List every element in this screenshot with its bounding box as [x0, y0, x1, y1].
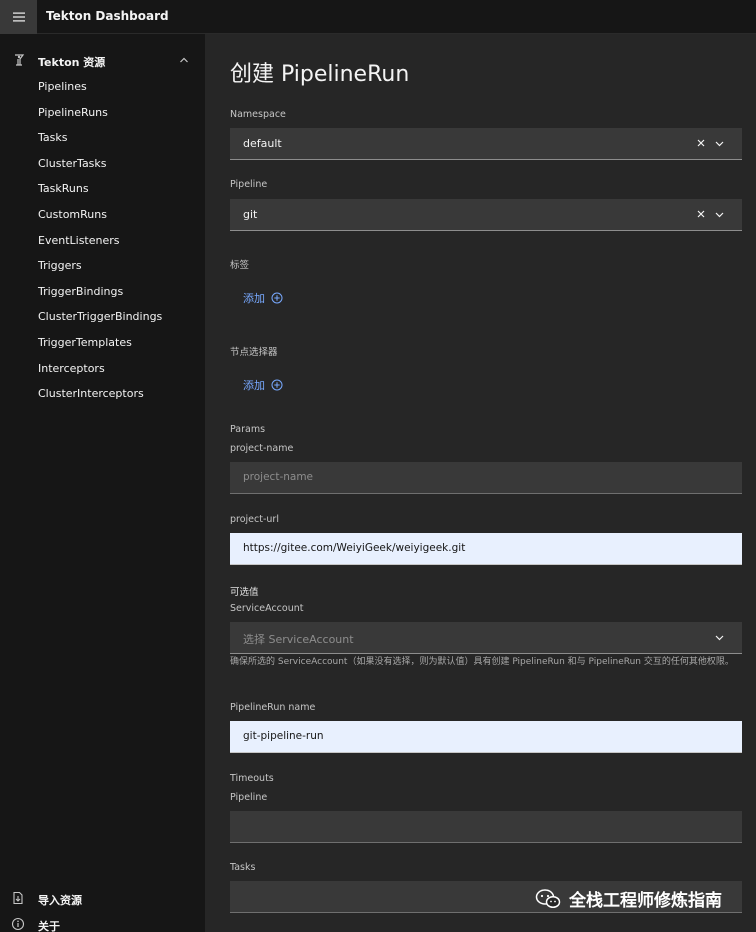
pipelinerun-name-value: git-pipeline-run: [243, 730, 324, 742]
chevron-down-icon[interactable]: [714, 632, 725, 643]
sidebar-item-pipelines[interactable]: Pipelines: [0, 78, 205, 104]
sidebar-item-pipelineruns[interactable]: PipelineRuns: [0, 104, 205, 130]
sidebar-item-eventlisteners[interactable]: EventListeners: [0, 232, 205, 258]
project-url-value: https://gitee.com/WeiyiGeek/weiyigeek.gi…: [243, 542, 466, 554]
sidebar-item-interceptors[interactable]: Interceptors: [0, 360, 205, 386]
page-title: 创建 PipelineRun: [230, 62, 410, 87]
import-icon: [13, 891, 23, 905]
add-label-text: 添加: [243, 292, 265, 305]
chevron-down-icon[interactable]: [714, 138, 725, 149]
watermark: 全栈工程师修炼指南: [535, 886, 722, 911]
sidebar: Tekton 资源 Pipelines PipelineRuns Tasks C…: [0, 34, 205, 932]
service-account-placeholder: 选择 ServiceAccount: [243, 633, 354, 646]
add-node-selector-text: 添加: [243, 379, 265, 392]
labels-label: 标签: [230, 260, 250, 271]
watermark-text: 全栈工程师修炼指南: [569, 891, 722, 911]
sidebar-item-triggerbindings[interactable]: TriggerBindings: [0, 283, 205, 309]
sidebar-item-clustertasks[interactable]: ClusterTasks: [0, 155, 205, 181]
service-account-select[interactable]: 选择 ServiceAccount: [230, 622, 742, 654]
sidebar-item-triggers[interactable]: Triggers: [0, 257, 205, 283]
pipelinerun-name-label: PipelineRun name: [230, 702, 316, 713]
pipeline-select[interactable]: git: [230, 199, 742, 231]
service-account-label: ServiceAccount: [230, 603, 304, 614]
chevron-down-icon[interactable]: [714, 209, 725, 220]
add-label-button[interactable]: 添加: [243, 289, 283, 307]
add-node-selector-button[interactable]: 添加: [243, 376, 283, 394]
sidebar-item-customruns[interactable]: CustomRuns: [0, 206, 205, 232]
project-name-placeholder: project-name: [243, 471, 314, 483]
wechat-icon: [535, 888, 561, 908]
add-circle-icon: [271, 379, 283, 391]
chevron-up-icon: [180, 57, 188, 63]
timeouts-label: Timeouts: [230, 773, 274, 784]
project-url-label: project-url: [230, 514, 279, 525]
sidebar-item-clustertriggerbindings[interactable]: ClusterTriggerBindings: [0, 308, 205, 334]
sidebar-section-tekton-resources[interactable]: Tekton 资源: [0, 51, 205, 71]
add-circle-icon: [271, 292, 283, 304]
sidebar-item-clusterinterceptors[interactable]: ClusterInterceptors: [0, 385, 205, 411]
app-title[interactable]: Tekton Dashboard: [46, 9, 169, 23]
node-selector-label: 节点选择器: [230, 347, 278, 358]
timeout-pipeline-input[interactable]: [230, 811, 742, 843]
project-name-label: project-name: [230, 443, 294, 454]
params-label: Params: [230, 424, 266, 435]
clear-icon[interactable]: [696, 138, 706, 148]
sidebar-import-resources[interactable]: 导入资源: [0, 888, 205, 910]
optional-label: 可选值: [230, 587, 259, 598]
menu-icon[interactable]: [0, 0, 37, 34]
app-title-brand: Tekton: [46, 9, 92, 23]
info-icon: [11, 917, 25, 931]
tekton-icon: [15, 54, 25, 66]
clear-icon[interactable]: [696, 209, 706, 219]
sidebar-item-tasks[interactable]: Tasks: [0, 129, 205, 155]
app-title-rest: Dashboard: [95, 9, 169, 23]
namespace-label: Namespace: [230, 109, 286, 120]
timeout-pipeline-label: Pipeline: [230, 792, 268, 803]
sidebar-item-taskruns[interactable]: TaskRuns: [0, 180, 205, 206]
project-url-input[interactable]: https://gitee.com/WeiyiGeek/weiyigeek.gi…: [230, 533, 742, 565]
top-header: Tekton Dashboard: [0, 0, 756, 34]
project-name-input[interactable]: project-name: [230, 462, 742, 494]
pipeline-value: git: [243, 208, 258, 221]
service-account-helper-text: 确保所选的 ServiceAccount（如果没有选择，则为默认值）具有创建 P…: [230, 657, 734, 667]
about-label: 关于: [38, 920, 60, 932]
namespace-select[interactable]: default: [230, 128, 742, 160]
sidebar-item-triggertemplates[interactable]: TriggerTemplates: [0, 334, 205, 360]
pipeline-label: Pipeline: [230, 179, 268, 190]
namespace-value: default: [243, 137, 282, 150]
sidebar-section-label: Tekton 资源: [38, 56, 106, 69]
sidebar-about[interactable]: 关于: [0, 914, 205, 932]
import-label: 导入资源: [38, 894, 82, 907]
sidebar-list: Pipelines PipelineRuns Tasks ClusterTask…: [0, 78, 205, 411]
pipelinerun-name-input[interactable]: git-pipeline-run: [230, 721, 742, 753]
timeout-tasks-label: Tasks: [230, 862, 256, 873]
create-pipelinerun-form: 创建 PipelineRun Namespace default Pipelin…: [205, 34, 756, 932]
